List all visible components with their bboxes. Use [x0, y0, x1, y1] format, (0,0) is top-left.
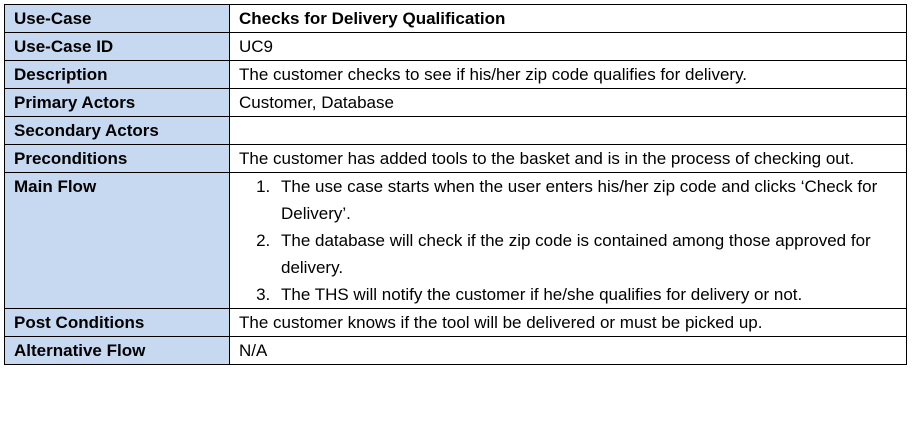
- use-case-id-value: UC9: [229, 32, 907, 61]
- row-label-secondary-actors: Secondary Actors: [4, 116, 230, 145]
- secondary-actors-value: [229, 116, 907, 145]
- main-flow-steps: The use case starts when the user enters…: [239, 173, 906, 308]
- table-row: Post Conditions The customer knows if th…: [4, 308, 907, 337]
- table-row: Use-Case Checks for Delivery Qualificati…: [4, 4, 907, 33]
- alternative-flow-value: N/A: [229, 336, 907, 365]
- row-label-main-flow: Main Flow: [4, 172, 230, 309]
- row-label-post-conditions: Post Conditions: [4, 308, 230, 337]
- row-label-use-case-id: Use-Case ID: [4, 32, 230, 61]
- row-label-alternative-flow: Alternative Flow: [4, 336, 230, 365]
- use-case-name: Checks for Delivery Qualification: [229, 4, 907, 33]
- row-label-primary-actors: Primary Actors: [4, 88, 230, 117]
- main-flow-value: The use case starts when the user enters…: [229, 172, 907, 309]
- row-label-preconditions: Preconditions: [4, 144, 230, 173]
- table-row: Preconditions The customer has added too…: [4, 144, 907, 173]
- description-value: The customer checks to see if his/her zi…: [229, 60, 907, 89]
- main-flow-step: The use case starts when the user enters…: [275, 173, 906, 227]
- table-row: Main Flow The use case starts when the u…: [4, 172, 907, 309]
- row-label-use-case: Use-Case: [4, 4, 230, 33]
- use-case-table: Use-Case Checks for Delivery Qualificati…: [4, 4, 907, 365]
- table-row: Description The customer checks to see i…: [4, 60, 907, 89]
- table-row: Primary Actors Customer, Database: [4, 88, 907, 117]
- table-row: Secondary Actors: [4, 116, 907, 145]
- table-row: Use-Case ID UC9: [4, 32, 907, 61]
- table-row: Alternative Flow N/A: [4, 336, 907, 365]
- main-flow-step: The database will check if the zip code …: [275, 227, 906, 281]
- main-flow-step: The THS will notify the customer if he/s…: [275, 281, 906, 308]
- preconditions-value: The customer has added tools to the bask…: [229, 144, 907, 173]
- post-conditions-value: The customer knows if the tool will be d…: [229, 308, 907, 337]
- primary-actors-value: Customer, Database: [229, 88, 907, 117]
- row-label-description: Description: [4, 60, 230, 89]
